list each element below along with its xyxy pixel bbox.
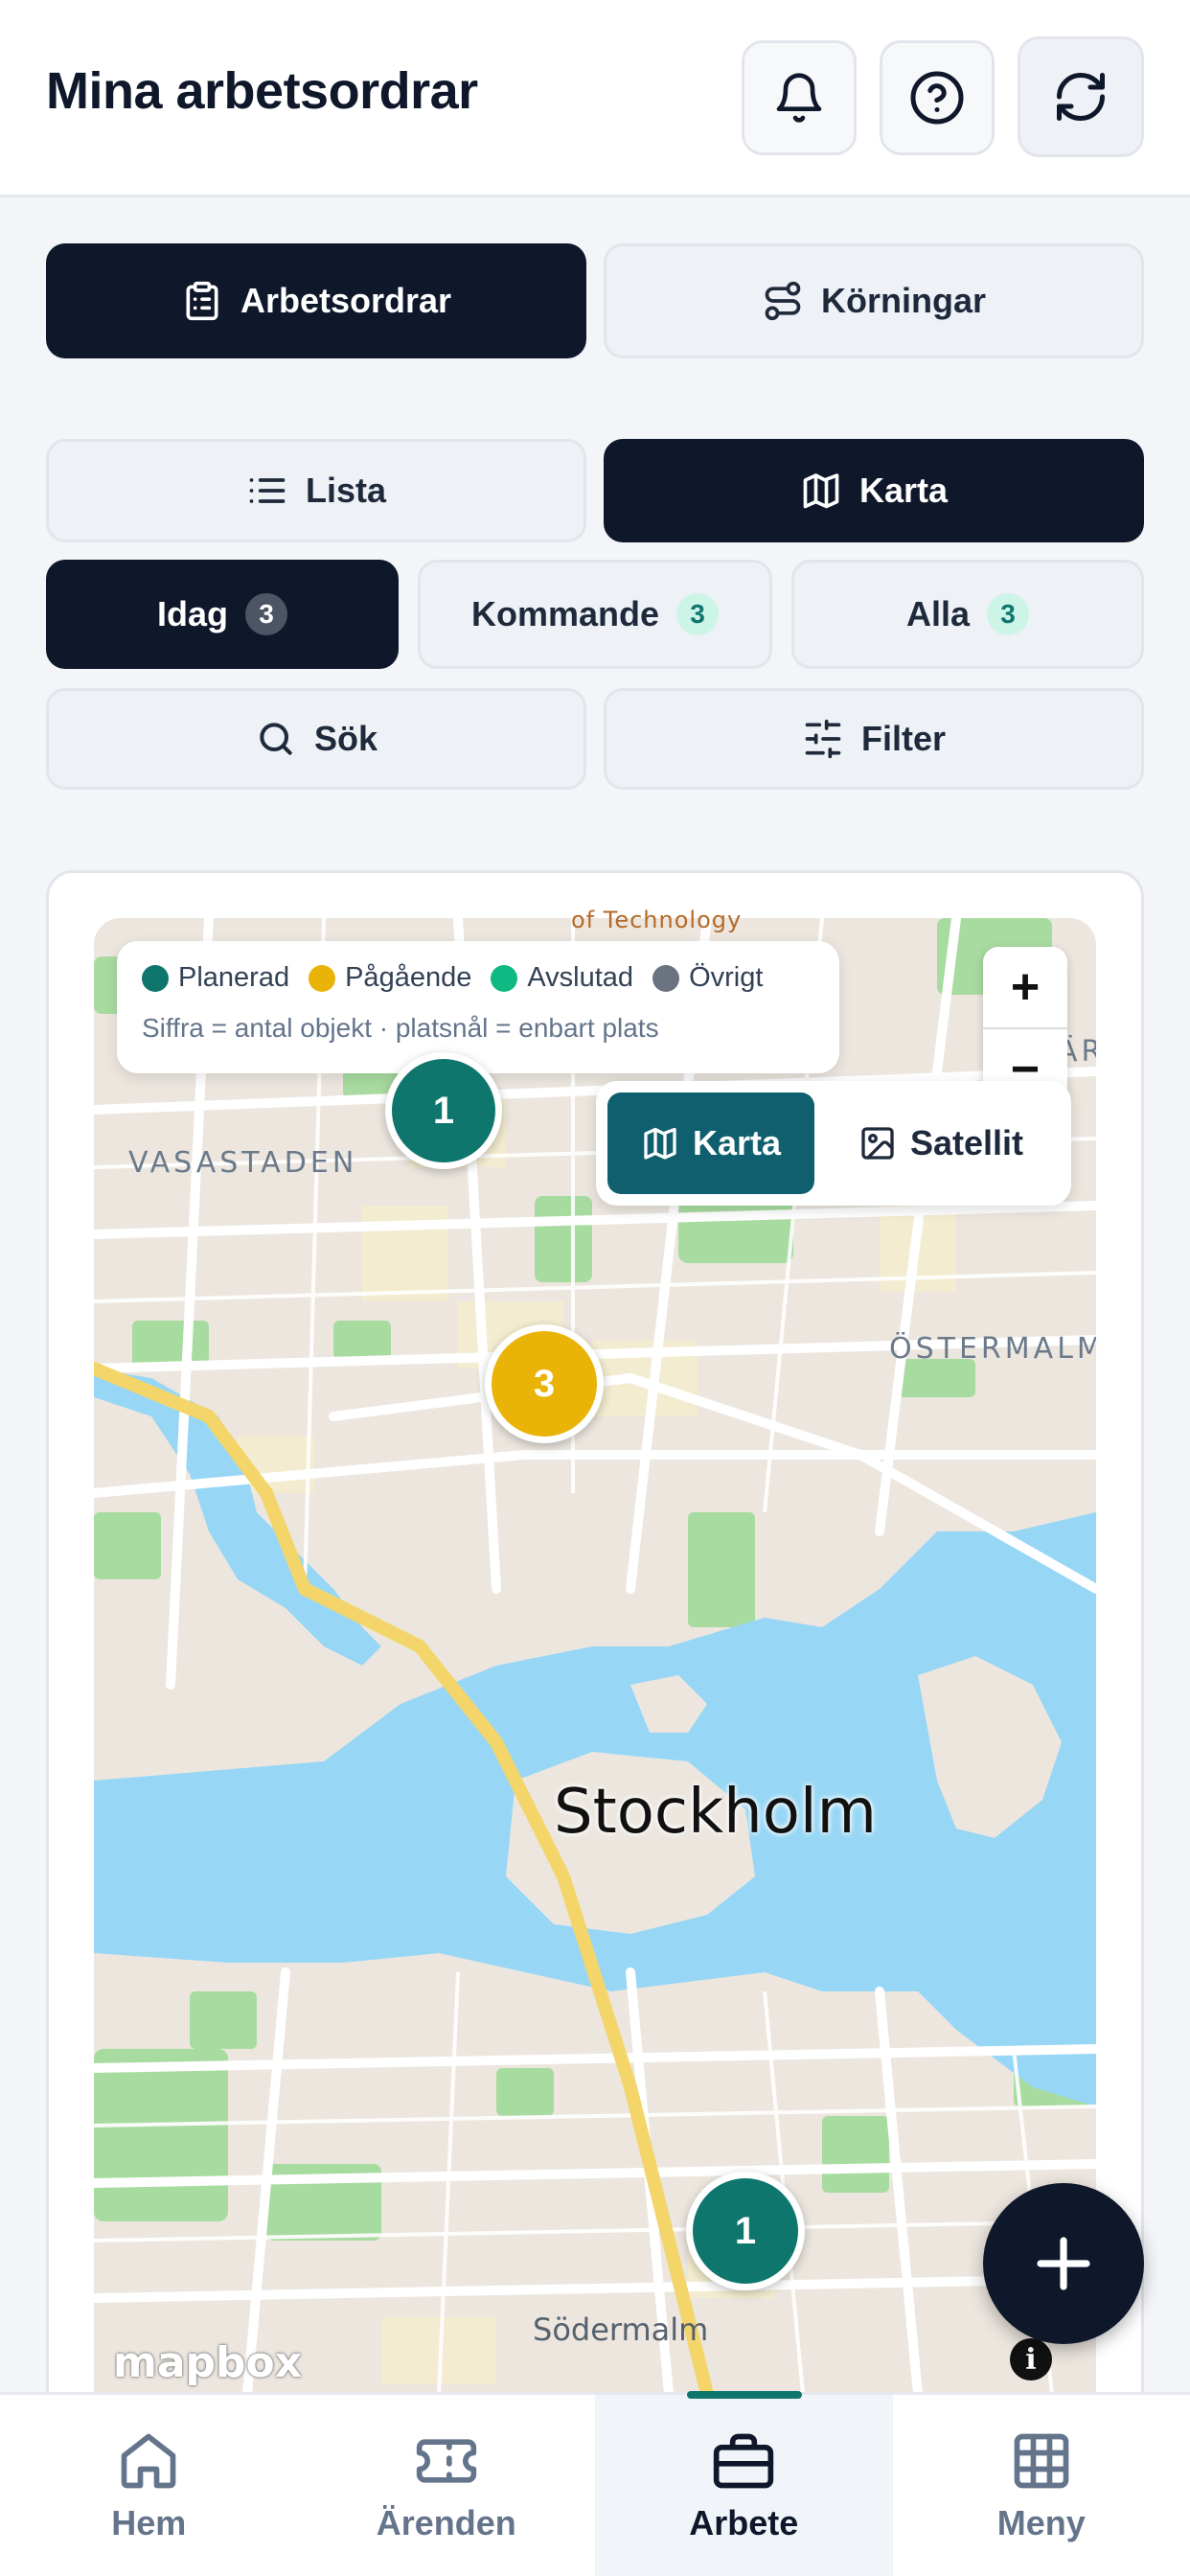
map-legend: Planerad Pågående Avslutad Övrigt Siffra…: [117, 941, 839, 1073]
legend-label: Övrigt: [689, 962, 764, 993]
zoom-in-button[interactable]: +: [983, 947, 1067, 1027]
view-lista-button[interactable]: Lista: [46, 439, 586, 542]
bottom-navigation: Hem Ärenden Arbete Meny: [0, 2391, 1190, 2576]
marker-count: 1: [734, 2209, 757, 2252]
info-icon[interactable]: i: [1010, 2338, 1052, 2380]
map-marker[interactable]: 1: [385, 1052, 502, 1169]
view-lista-label: Lista: [305, 471, 387, 510]
nav-label: Ärenden: [376, 2502, 516, 2542]
nav-item-hem[interactable]: Hem: [0, 2395, 298, 2576]
add-work-order-button[interactable]: [983, 2183, 1144, 2344]
grid-icon: [1014, 2433, 1069, 2488]
filter-alla[interactable]: Alla 3: [791, 560, 1144, 669]
tab-arbetsordrar-label: Arbetsordrar: [240, 281, 452, 320]
map-type-karta-label: Karta: [692, 1123, 782, 1162]
map-label-sodermalm: Södermalm: [533, 2312, 709, 2348]
map-type-switcher: Karta Satellit: [596, 1081, 1071, 1206]
map-label-top: of Technology: [571, 907, 743, 933]
filter-button[interactable]: Filter: [604, 688, 1144, 790]
legend-dot-pagaende: [309, 964, 336, 992]
view-karta-button[interactable]: Karta: [604, 439, 1144, 542]
help-icon: [910, 71, 964, 125]
search-icon: [260, 723, 292, 755]
map-type-karta[interactable]: Karta: [607, 1092, 814, 1194]
mapbox-logo[interactable]: mapbox: [113, 2338, 302, 2387]
filter-alla-count: 3: [987, 593, 1030, 635]
tab-arbetsordrar[interactable]: Arbetsordrar: [46, 243, 586, 358]
legend-dot-planerad: [142, 964, 169, 992]
refresh-icon: [1057, 73, 1105, 121]
legend-dot-ovrigt: [652, 964, 680, 992]
legend-label: Planerad: [178, 962, 290, 993]
map-label-ostermalm: ÖSTERMALM: [889, 1332, 1096, 1366]
legend-dot-avslutad: [491, 964, 518, 992]
filter-kommande[interactable]: Kommande 3: [418, 560, 772, 669]
plus-icon: [1037, 2237, 1090, 2290]
legend-item-planerad: Planerad: [142, 962, 289, 994]
filter-idag[interactable]: Idag 3: [46, 560, 399, 669]
ticket-icon: [416, 2438, 476, 2483]
page-title: Mina arbetsordrar: [46, 62, 478, 120]
search-button[interactable]: Sök: [46, 688, 586, 790]
notifications-button[interactable]: [742, 40, 857, 155]
filter-kommande-count: 3: [676, 593, 720, 635]
refresh-button[interactable]: [1018, 36, 1144, 157]
map-type-satellit[interactable]: Satellit: [822, 1092, 1060, 1194]
legend-item-ovrigt: Övrigt: [652, 962, 763, 994]
help-button[interactable]: [880, 40, 995, 155]
nav-item-arbete[interactable]: Arbete: [595, 2391, 893, 2576]
tab-korningar-label: Körningar: [820, 281, 986, 320]
sliders-icon: [805, 719, 841, 759]
clipboard-icon: [186, 281, 218, 321]
legend-item-pagaende: Pågående: [309, 962, 471, 994]
route-icon: [765, 281, 801, 321]
filter-idag-count: 3: [245, 593, 287, 635]
filter-kommande-label: Kommande: [470, 594, 660, 633]
map-icon: [644, 1127, 676, 1160]
briefcase-icon: [714, 2433, 774, 2488]
legend-label: Pågående: [345, 962, 472, 993]
nav-label: Arbete: [689, 2502, 799, 2542]
view-karta-label: Karta: [858, 471, 949, 510]
legend-items: Planerad Pågående Avslutad Övrigt: [142, 962, 814, 994]
nav-item-arenden[interactable]: Ärenden: [298, 2395, 596, 2576]
legend-item-avslutad: Avslutad: [491, 962, 633, 994]
nav-item-meny[interactable]: Meny: [893, 2395, 1190, 2576]
map-marker[interactable]: 3: [485, 1324, 604, 1443]
tab-korningar[interactable]: Körningar: [604, 243, 1144, 358]
list-icon: [249, 478, 286, 503]
map-type-satellit-label: Satellit: [909, 1123, 1024, 1162]
home-icon: [121, 2433, 176, 2488]
filter-label: Filter: [860, 719, 946, 758]
map-label-city: Stockholm: [554, 1777, 877, 1848]
image-icon: [861, 1127, 894, 1160]
map-marker[interactable]: 1: [686, 2172, 805, 2290]
legend-note: Siffra = antal objekt · platsnål = enbar…: [142, 1013, 659, 1043]
search-label: Sök: [313, 719, 378, 758]
filter-alla-label: Alla: [905, 594, 971, 633]
map-label-vasastaden: VASASTADEN: [128, 1146, 358, 1180]
marker-count: 3: [533, 1362, 556, 1405]
app-header: Mina arbetsordrar: [0, 0, 1190, 197]
bell-icon: [776, 73, 822, 123]
nav-label: Hem: [111, 2502, 187, 2542]
legend-label: Avslutad: [527, 962, 634, 993]
nav-label: Meny: [996, 2502, 1086, 2542]
map-icon: [803, 473, 839, 509]
filter-idag-label: Idag: [156, 594, 228, 633]
marker-count: 1: [432, 1089, 455, 1132]
